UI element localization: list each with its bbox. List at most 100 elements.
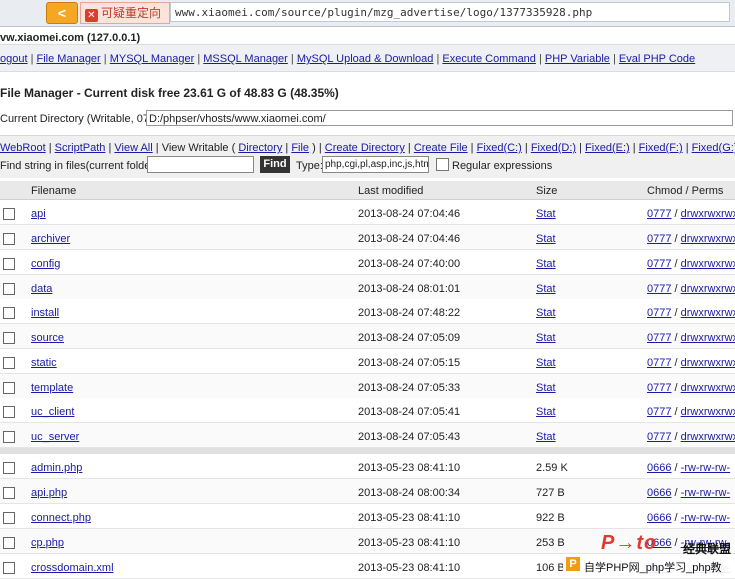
menu-logout[interactable]: ogout — [0, 53, 28, 65]
regex-label: Regular expressions — [452, 160, 553, 172]
chmod-link[interactable]: 0777 — [647, 283, 671, 295]
perms-link[interactable]: drwxrwxrwx — [681, 357, 735, 369]
row-checkbox[interactable] — [3, 512, 15, 524]
perms-link[interactable]: drwxrwxrwx — [681, 233, 735, 245]
row-checkbox[interactable] — [3, 332, 15, 344]
row-checkbox[interactable] — [3, 462, 15, 474]
chmod-link[interactable]: 0777 — [647, 233, 671, 245]
row-checkbox[interactable] — [3, 357, 15, 369]
chmod-link[interactable]: 0777 — [647, 332, 671, 344]
chmod-link[interactable]: 0777 — [647, 431, 671, 443]
menu-file-manager[interactable]: File Manager — [37, 53, 101, 65]
view-writable-directory-link[interactable]: Directory — [238, 142, 282, 154]
scriptpath-link[interactable]: ScriptPath — [55, 142, 106, 154]
menu-mysql-manager[interactable]: MYSQL Manager — [110, 53, 195, 65]
perms-link[interactable]: -rw-rw-rw- — [681, 487, 730, 499]
last-modified: 2013-05-23 08:41:10 — [358, 462, 461, 474]
table-row: api.php 2013-08-24 08:00:34 727 B 0666 / -r… — [0, 479, 735, 504]
stat-link[interactable]: Stat — [536, 357, 556, 369]
current-directory-label: Current Directory (Writable, 0777) — [0, 113, 165, 125]
stat-link[interactable]: Stat — [536, 431, 556, 443]
perms-link[interactable]: -rw-rw-rw- — [681, 462, 730, 474]
perms-link[interactable]: -rw-rw-rw- — [681, 512, 730, 524]
file-name-link[interactable]: source — [31, 332, 64, 344]
drive-c-link[interactable]: Fixed(C:) — [477, 142, 522, 154]
perms-link[interactable]: drwxrwxrwx — [681, 258, 735, 270]
current-directory-input[interactable]: D:/phpser/vhosts/www.xiaomei.com/ — [146, 110, 733, 126]
file-name-link[interactable]: uc_server — [31, 431, 79, 443]
row-checkbox[interactable] — [3, 431, 15, 443]
row-checkbox[interactable] — [3, 208, 15, 220]
row-checkbox[interactable] — [3, 382, 15, 394]
stat-link[interactable]: Stat — [536, 406, 556, 418]
create-directory-link[interactable]: Create Directory — [325, 142, 405, 154]
chmod-link[interactable]: 0777 — [647, 406, 671, 418]
back-button[interactable]: < — [46, 2, 78, 24]
regex-checkbox[interactable] — [436, 158, 449, 171]
file-name-link[interactable]: data — [31, 283, 52, 295]
webroot-link[interactable]: WebRoot — [0, 142, 46, 154]
view-all-link[interactable]: View All — [114, 142, 152, 154]
menu-php-variable[interactable]: PHP Variable — [545, 53, 610, 65]
row-checkbox[interactable] — [3, 487, 15, 499]
chmod-link[interactable]: 0666 — [647, 512, 671, 524]
row-checkbox[interactable] — [3, 283, 15, 295]
perms-link[interactable]: drwxrwxrwx — [681, 307, 735, 319]
file-name-link[interactable]: archiver — [31, 233, 70, 245]
menu-mysql-upload-download[interactable]: MySQL Upload & Download — [297, 53, 434, 65]
row-checkbox[interactable] — [3, 537, 15, 549]
drive-d-link[interactable]: Fixed(D:) — [531, 142, 576, 154]
stat-link[interactable]: Stat — [536, 307, 556, 319]
file-name-link[interactable]: connect.php — [31, 512, 91, 524]
stat-link[interactable]: Stat — [536, 208, 556, 220]
menu-execute-command[interactable]: Execute Command — [442, 53, 536, 65]
view-writable-file-link[interactable]: File — [291, 142, 309, 154]
row-checkbox[interactable] — [3, 562, 15, 574]
last-modified: 2013-05-23 08:41:10 — [358, 537, 461, 549]
row-checkbox[interactable] — [3, 307, 15, 319]
row-checkbox[interactable] — [3, 406, 15, 418]
perms-link[interactable]: drwxrwxrwx — [681, 406, 735, 418]
menu-eval-php-code[interactable]: Eval PHP Code — [619, 53, 695, 65]
stat-link[interactable]: Stat — [536, 332, 556, 344]
chmod-link[interactable]: 0777 — [647, 208, 671, 220]
chmod-link[interactable]: 0666 — [647, 462, 671, 474]
perms-link[interactable]: drwxrwxrwx — [681, 208, 735, 220]
drive-g-link[interactable]: Fixed(G:) — [692, 142, 735, 154]
chmod-link[interactable]: 0777 — [647, 258, 671, 270]
menu-mssql-manager[interactable]: MSSQL Manager — [203, 53, 288, 65]
drive-f-link[interactable]: Fixed(F:) — [639, 142, 683, 154]
table-row: admin.php 2013-05-23 08:41:10 2.59 K 0666 /… — [0, 454, 735, 479]
chmod-link[interactable]: 0777 — [647, 307, 671, 319]
row-checkbox[interactable] — [3, 233, 15, 245]
file-name-link[interactable]: admin.php — [31, 462, 82, 474]
drive-e-link[interactable]: Fixed(E:) — [585, 142, 630, 154]
perms-link[interactable]: drwxrwxrwx — [681, 431, 735, 443]
perms-link[interactable]: drwxrwxrwx — [681, 332, 735, 344]
file-name-link[interactable]: config — [31, 258, 60, 270]
address-bar[interactable]: www.xiaomei.com/source/plugin/mzg_advert… — [170, 2, 730, 22]
type-input[interactable]: php,cgi,pl,asp,inc,js,htm — [322, 156, 429, 173]
chmod-link[interactable]: 0777 — [647, 357, 671, 369]
file-name-link[interactable]: template — [31, 382, 73, 394]
find-button[interactable]: Find — [260, 156, 290, 173]
file-name-link[interactable]: uc_client — [31, 406, 74, 418]
file-name-link[interactable]: install — [31, 307, 59, 319]
file-name-link[interactable]: static — [31, 357, 57, 369]
perms-link[interactable]: drwxrwxrwx — [681, 283, 735, 295]
find-input[interactable] — [147, 156, 254, 173]
chmod-link[interactable]: 0666 — [647, 487, 671, 499]
stat-link[interactable]: Stat — [536, 283, 556, 295]
file-name-link[interactable]: api.php — [31, 487, 67, 499]
perms-link[interactable]: drwxrwxrwx — [681, 382, 735, 394]
stat-link[interactable]: Stat — [536, 233, 556, 245]
row-checkbox[interactable] — [3, 258, 15, 270]
stat-link[interactable]: Stat — [536, 258, 556, 270]
file-name-link[interactable]: cp.php — [31, 537, 64, 549]
file-name-link[interactable]: api — [31, 208, 46, 220]
create-file-link[interactable]: Create File — [414, 142, 468, 154]
suspicious-redirect-warning[interactable]: ✕ 可疑重定向 — [80, 2, 170, 24]
stat-link[interactable]: Stat — [536, 382, 556, 394]
chmod-link[interactable]: 0777 — [647, 382, 671, 394]
file-name-link[interactable]: crossdomain.xml — [31, 562, 114, 574]
